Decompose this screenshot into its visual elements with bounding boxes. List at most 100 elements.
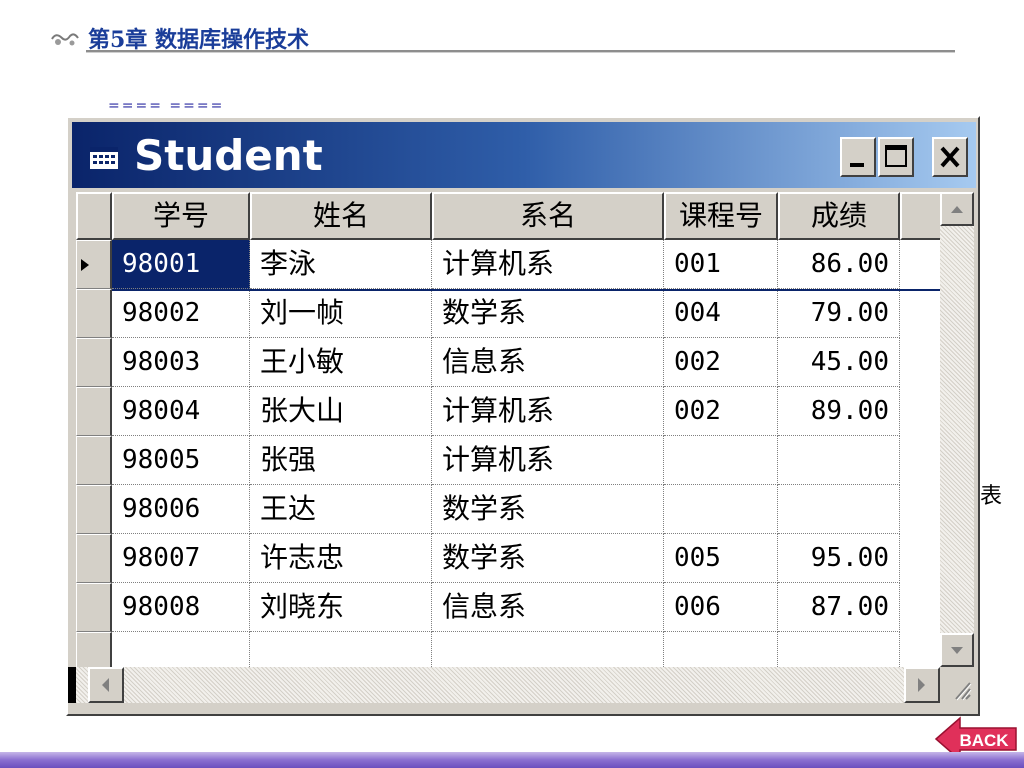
cell-score[interactable]: 89.00 bbox=[778, 387, 900, 436]
scroll-right-button[interactable] bbox=[904, 667, 940, 703]
table-row[interactable]: 98007 许志忠 数学系 005 95.00 bbox=[76, 534, 940, 583]
cell-name[interactable]: 李泳 bbox=[250, 240, 432, 289]
back-button-label: BACK bbox=[959, 731, 1009, 750]
row-selector[interactable] bbox=[76, 289, 112, 338]
cell-department[interactable]: 信息系 bbox=[432, 583, 664, 632]
maximize-icon bbox=[885, 145, 907, 167]
cell-name[interactable] bbox=[250, 632, 432, 667]
cell-course-id[interactable] bbox=[664, 632, 778, 667]
column-header-score[interactable]: 成绩 bbox=[778, 192, 900, 240]
table-row[interactable]: 98008 刘晓东 信息系 006 87.00 bbox=[76, 583, 940, 632]
row-selector[interactable] bbox=[76, 240, 112, 289]
cell-student-id[interactable]: 98007 bbox=[112, 534, 250, 583]
window-titlebar[interactable]: Student bbox=[72, 122, 976, 188]
row-selector[interactable] bbox=[76, 583, 112, 632]
cell-course-id[interactable]: 006 bbox=[664, 583, 778, 632]
slide-footer-bar bbox=[0, 752, 1024, 768]
window-title: Student bbox=[134, 131, 323, 180]
chapter-bullet-icon bbox=[51, 33, 79, 46]
cell-student-id[interactable]: 98005 bbox=[112, 436, 250, 485]
table-row[interactable]: 98003 王小敏 信息系 002 45.00 bbox=[76, 338, 940, 387]
column-header-department[interactable]: 系名 bbox=[432, 192, 664, 240]
cell-score[interactable]: 86.00 bbox=[778, 240, 900, 289]
cell-department[interactable]: 计算机系 bbox=[432, 240, 664, 289]
row-selector[interactable] bbox=[76, 534, 112, 583]
arrow-down-icon bbox=[951, 647, 963, 654]
cell-student-id[interactable]: 98001 bbox=[112, 240, 250, 289]
table-row[interactable]: 98004 张大山 计算机系 002 89.00 bbox=[76, 387, 940, 436]
cell-student-id[interactable]: 98003 bbox=[112, 338, 250, 387]
current-row-arrow-icon bbox=[81, 259, 89, 271]
vertical-scrollbar[interactable] bbox=[940, 192, 974, 667]
cell-score[interactable]: 79.00 bbox=[778, 289, 900, 338]
close-icon bbox=[940, 146, 960, 168]
cell-name[interactable]: 张大山 bbox=[250, 387, 432, 436]
cell-name[interactable]: 王小敏 bbox=[250, 338, 432, 387]
cell-department[interactable]: 数学系 bbox=[432, 485, 664, 534]
data-grid: 学号 姓名 系名 课程号 成绩 98001 李泳 计算机系 001 86.00 98002… bbox=[76, 192, 940, 667]
minimize-button[interactable] bbox=[840, 137, 876, 177]
maximize-button[interactable] bbox=[878, 137, 914, 177]
cell-student-id[interactable]: 98004 bbox=[112, 387, 250, 436]
scroll-up-button[interactable] bbox=[940, 192, 974, 226]
cell-score[interactable]: 95.00 bbox=[778, 534, 900, 583]
row-selector[interactable] bbox=[76, 436, 112, 485]
student-window: Student 学号 姓名 系名 课程号 成绩 98001 李泳 计算机系 001 86… bbox=[66, 116, 980, 716]
cell-department[interactable]: 计算机系 bbox=[432, 387, 664, 436]
cell-name[interactable]: 刘一帧 bbox=[250, 289, 432, 338]
table-row[interactable]: 98002 刘一帧 数学系 004 79.00 bbox=[76, 289, 940, 338]
cell-course-id[interactable] bbox=[664, 485, 778, 534]
cell-score[interactable] bbox=[778, 485, 900, 534]
cell-student-id[interactable]: 98008 bbox=[112, 583, 250, 632]
header-corner[interactable] bbox=[76, 192, 112, 240]
record-marker-bar bbox=[68, 667, 76, 703]
cell-course-id[interactable]: 001 bbox=[664, 240, 778, 289]
header-divider-shadow bbox=[86, 52, 955, 53]
cell-student-id[interactable] bbox=[112, 632, 250, 667]
row-selector[interactable] bbox=[76, 485, 112, 534]
arrow-right-icon bbox=[918, 678, 925, 692]
cell-score[interactable] bbox=[778, 436, 900, 485]
table-row[interactable]: 98006 王达 数学系 bbox=[76, 485, 940, 534]
side-text: 表 bbox=[980, 484, 1003, 509]
table-row[interactable] bbox=[76, 632, 940, 667]
cell-course-id[interactable]: 005 bbox=[664, 534, 778, 583]
column-header-id[interactable]: 学号 bbox=[112, 192, 250, 240]
cell-score[interactable]: 45.00 bbox=[778, 338, 900, 387]
cell-student-id[interactable]: 98002 bbox=[112, 289, 250, 338]
column-header-course[interactable]: 课程号 bbox=[664, 192, 778, 240]
resize-grip[interactable] bbox=[940, 667, 974, 703]
column-header-name[interactable]: 姓名 bbox=[250, 192, 432, 240]
cell-score[interactable] bbox=[778, 632, 900, 667]
resize-grip-icon bbox=[955, 682, 972, 701]
cell-name[interactable]: 许志忠 bbox=[250, 534, 432, 583]
scroll-down-button[interactable] bbox=[940, 633, 974, 667]
grid-window-icon bbox=[90, 147, 118, 169]
current-row-indicator-line bbox=[112, 289, 940, 291]
cell-department[interactable]: 数学系 bbox=[432, 289, 664, 338]
row-selector[interactable] bbox=[76, 387, 112, 436]
cell-department[interactable]: 信息系 bbox=[432, 338, 664, 387]
horizontal-scrollbar[interactable] bbox=[76, 667, 940, 703]
row-selector[interactable] bbox=[76, 338, 112, 387]
cell-department[interactable]: 数学系 bbox=[432, 534, 664, 583]
slide-header: 第5章 数据库操作技术 bbox=[50, 22, 955, 54]
minimize-icon bbox=[850, 163, 864, 167]
cell-name[interactable]: 刘晓东 bbox=[250, 583, 432, 632]
row-selector[interactable] bbox=[76, 632, 112, 667]
cell-course-id[interactable] bbox=[664, 436, 778, 485]
cell-name[interactable]: 王达 bbox=[250, 485, 432, 534]
cell-course-id[interactable]: 002 bbox=[664, 338, 778, 387]
close-button[interactable] bbox=[932, 137, 968, 177]
table-row[interactable]: 98005 张强 计算机系 bbox=[76, 436, 940, 485]
cell-name[interactable]: 张强 bbox=[250, 436, 432, 485]
cell-department[interactable]: 计算机系 bbox=[432, 436, 664, 485]
arrow-up-icon bbox=[951, 206, 963, 213]
cell-course-id[interactable]: 002 bbox=[664, 387, 778, 436]
cell-student-id[interactable]: 98006 bbox=[112, 485, 250, 534]
cell-score[interactable]: 87.00 bbox=[778, 583, 900, 632]
table-row[interactable]: 98001 李泳 计算机系 001 86.00 bbox=[76, 240, 940, 289]
scroll-left-button[interactable] bbox=[88, 667, 124, 703]
cell-course-id[interactable]: 004 bbox=[664, 289, 778, 338]
cell-department[interactable] bbox=[432, 632, 664, 667]
